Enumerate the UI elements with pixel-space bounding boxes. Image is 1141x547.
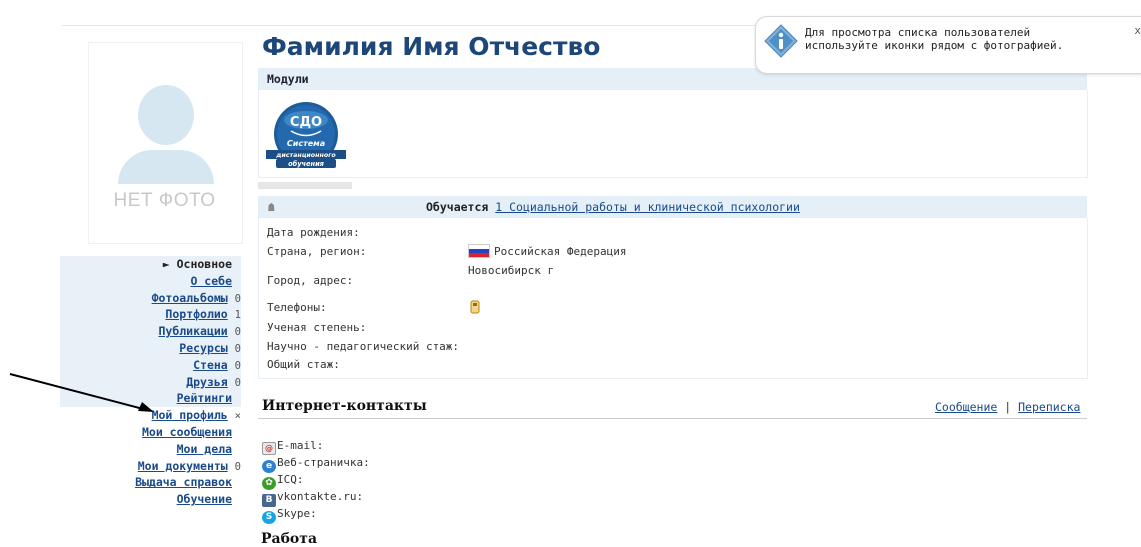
nav-item-my-tasks[interactable]: Мои дела — [60, 441, 241, 458]
avatar-head-icon — [138, 85, 194, 145]
info-panel — [258, 218, 1088, 379]
phones-label: Телефоны: — [267, 301, 327, 314]
users-hint-tooltip: Для просмотра списка пользователей испол… — [755, 16, 1141, 74]
message-link[interactable]: Сообщение — [935, 400, 997, 414]
svg-text:дистанционного: дистанционного — [275, 152, 336, 159]
tooltip-close-button[interactable]: x — [1134, 24, 1141, 37]
nav-item-main[interactable]: ► Основное — [60, 256, 241, 273]
country-label: Страна, регион: — [267, 245, 367, 258]
tooltip-text: Для просмотра списка пользователей испол… — [805, 26, 1064, 52]
module-scroll-strip — [258, 182, 352, 189]
nav-item-photo-albums[interactable]: Фотоальбомы 0 — [60, 289, 241, 307]
skype-row: S Skype: — [262, 507, 317, 524]
nav-item-about[interactable]: О себе — [60, 272, 241, 290]
web-icon: e — [262, 460, 276, 473]
email-icon: @ — [262, 442, 276, 455]
skype-icon: S — [262, 511, 276, 524]
vk-row: Bvkontakte.ru: — [262, 490, 363, 507]
country-value: Российская Федерация — [468, 244, 626, 258]
contacts-title: Интернет-контакты — [262, 398, 427, 414]
play-icon: ► — [162, 257, 177, 271]
nav-item-resources[interactable]: Ресурсы 0 — [60, 339, 241, 357]
russia-flag-icon — [468, 244, 490, 258]
city-label: Город, адрес: — [267, 274, 354, 287]
total-experience-label: Общий стаж: — [267, 358, 340, 371]
nav-item-my-messages[interactable]: Мои сообщения — [60, 424, 241, 441]
correspondence-link[interactable]: Переписка — [1018, 400, 1080, 414]
arrow-annotation-icon — [9, 373, 154, 412]
web-row: e Веб-страничка: — [262, 456, 370, 473]
info-icon — [764, 24, 798, 58]
svg-text:обучения: обучения — [288, 160, 325, 168]
work-title: Работа — [261, 531, 318, 547]
no-photo-label: НЕТ ФОТО — [113, 190, 216, 211]
modules-panel — [258, 90, 1088, 178]
study-header: ☗ Обучается 1 Социальной работы и клинич… — [258, 196, 1087, 218]
nav-item-portfolio[interactable]: Портфолио 1 — [60, 306, 241, 324]
study-group-link[interactable]: 1 Социальной работы и клинической психол… — [495, 200, 800, 214]
page-title: Фамилия Имя Отчество — [262, 32, 601, 61]
birth-label: Дата рождения: — [267, 226, 360, 239]
nav-item-my-documents[interactable]: Мои документы 0 — [60, 458, 241, 475]
city-value: Новосибирск г — [468, 264, 555, 277]
nav-item-learning[interactable]: Обучение — [60, 491, 241, 508]
nav-item-publications[interactable]: Публикации 0 — [60, 323, 241, 340]
group-icon: ☗ — [268, 201, 275, 214]
phone-icon — [470, 300, 480, 314]
contacts-actions: Сообщение | Переписка — [935, 400, 1081, 414]
degree-label: Ученая степень: — [267, 321, 367, 334]
contacts-divider — [258, 418, 1087, 419]
sdo-module-icon[interactable]: СДО Система дистанционного обучения — [266, 100, 354, 180]
svg-text:Система: Система — [287, 139, 325, 148]
nav-item-certificates[interactable]: Выдача справок — [60, 474, 241, 491]
icq-flower-icon: ✿ — [262, 477, 276, 490]
svg-text:СДО: СДО — [290, 115, 322, 130]
icq-row: ✿ ICQ: — [262, 473, 304, 490]
vk-icon: B — [262, 494, 276, 507]
email-row: @ E-mail: — [262, 439, 323, 455]
teaching-experience-label: Научно - педагогический стаж: — [267, 340, 460, 353]
